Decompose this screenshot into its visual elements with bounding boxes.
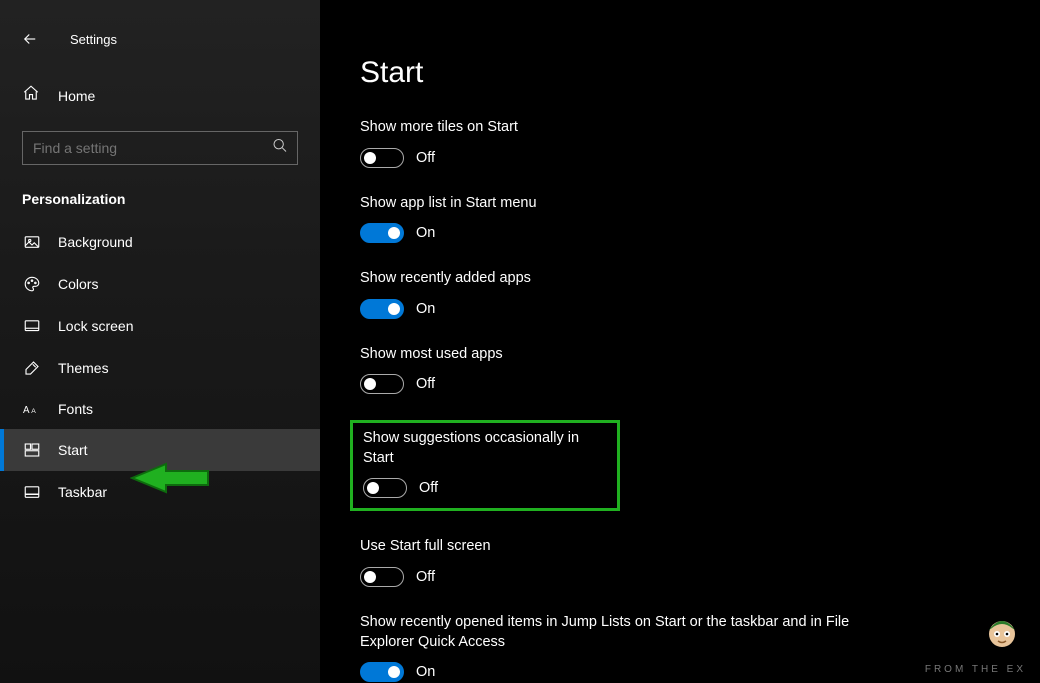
toggle-switch[interactable] <box>360 567 404 587</box>
setting-label: Show suggestions occasionally in Start <box>363 429 607 468</box>
header-row: Settings <box>0 18 320 74</box>
lockscreen-icon <box>22 317 42 335</box>
svg-text:A: A <box>23 405 30 416</box>
setting-label: Show app list in Start menu <box>360 194 900 214</box>
toggle-switch[interactable] <box>360 662 404 682</box>
sidebar-item-label: Start <box>58 442 88 458</box>
search-input[interactable] <box>22 131 298 165</box>
palette-icon <box>22 275 42 293</box>
toggle-switch[interactable] <box>360 223 404 243</box>
section-header: Personalization <box>0 185 320 221</box>
page-title: Start <box>360 56 1040 90</box>
toggle-knob <box>367 482 379 494</box>
watermark: FROM THE EX <box>925 664 1026 675</box>
app-title: Settings <box>70 32 117 47</box>
toggle-state-label: Off <box>416 150 435 166</box>
toggle-row: On <box>360 662 900 682</box>
svg-text:A: A <box>31 408 36 415</box>
settings-list: Show more tiles on Start Off Show app list… <box>360 118 1040 682</box>
sidebar-item-label: Colors <box>58 276 98 292</box>
start-icon <box>22 441 42 459</box>
sidebar-item-colors[interactable]: Colors <box>0 263 320 305</box>
sidebar-item-fonts[interactable]: AA Fonts <box>0 389 320 429</box>
sidebar-item-taskbar[interactable]: Taskbar <box>0 471 320 513</box>
mascot-icon <box>982 610 1022 655</box>
home-label: Home <box>58 88 95 104</box>
toggle-switch[interactable] <box>360 299 404 319</box>
toggle-knob <box>388 666 400 678</box>
setting-label: Show most used apps <box>360 345 900 365</box>
image-icon <box>22 233 42 251</box>
setting-label: Show recently added apps <box>360 269 900 289</box>
sidebar-item-themes[interactable]: Themes <box>0 347 320 389</box>
toggle-state-label: Off <box>416 569 435 585</box>
setting-item: Show recently added apps On <box>360 269 900 319</box>
sidebar-item-home[interactable]: Home <box>0 74 320 117</box>
setting-item: Show most used apps Off <box>360 345 900 395</box>
fonts-icon: AA <box>22 401 42 417</box>
setting-item: Show app list in Start menu On <box>360 194 900 244</box>
toggle-switch[interactable] <box>363 478 407 498</box>
themes-icon <box>22 359 42 377</box>
toggle-state-label: On <box>416 664 435 680</box>
toggle-row: Off <box>363 478 607 498</box>
toggle-row: Off <box>360 374 900 394</box>
home-icon <box>22 84 40 107</box>
sidebar-item-label: Taskbar <box>58 484 107 500</box>
toggle-state-label: On <box>416 225 435 241</box>
toggle-knob <box>364 571 376 583</box>
setting-item: Show recently opened items in Jump Lists… <box>360 613 900 682</box>
toggle-switch[interactable] <box>360 148 404 168</box>
toggle-state-label: On <box>416 301 435 317</box>
sidebar-item-lockscreen[interactable]: Lock screen <box>0 305 320 347</box>
sidebar-item-label: Themes <box>58 360 109 376</box>
sidebar-item-background[interactable]: Background <box>0 221 320 263</box>
sidebar: Settings Home Personalization Backgro <box>0 0 320 683</box>
toggle-row: On <box>360 299 900 319</box>
toggle-knob <box>364 152 376 164</box>
settings-window: Settings Home Personalization Backgro <box>0 0 1040 683</box>
toggle-row: Off <box>360 567 900 587</box>
content-panel: Start Show more tiles on Start Off Show ap… <box>320 0 1040 683</box>
taskbar-icon <box>22 483 42 501</box>
sidebar-item-label: Background <box>58 234 133 250</box>
setting-item: Show suggestions occasionally in Start Of… <box>360 420 900 511</box>
sidebar-item-start[interactable]: Start <box>0 429 320 471</box>
setting-item: Use Start full screen Off <box>360 537 900 587</box>
arrow-left-icon <box>21 30 39 48</box>
setting-label: Show more tiles on Start <box>360 118 900 138</box>
toggle-row: Off <box>360 148 900 168</box>
toggle-state-label: Off <box>419 480 438 496</box>
setting-label: Use Start full screen <box>360 537 900 557</box>
toggle-knob <box>388 303 400 315</box>
sidebar-item-label: Lock screen <box>58 318 133 334</box>
toggle-row: On <box>360 223 900 243</box>
setting-label: Show recently opened items in Jump Lists… <box>360 613 900 652</box>
search-wrap <box>22 131 298 165</box>
setting-item: Show more tiles on Start Off <box>360 118 900 168</box>
toggle-knob <box>388 227 400 239</box>
sidebar-item-label: Fonts <box>58 401 93 417</box>
sidebar-nav: Background Colors Lock screen Themes <box>0 221 320 513</box>
toggle-switch[interactable] <box>360 374 404 394</box>
toggle-knob <box>364 378 376 390</box>
toggle-state-label: Off <box>416 376 435 392</box>
back-button[interactable] <box>10 22 50 56</box>
